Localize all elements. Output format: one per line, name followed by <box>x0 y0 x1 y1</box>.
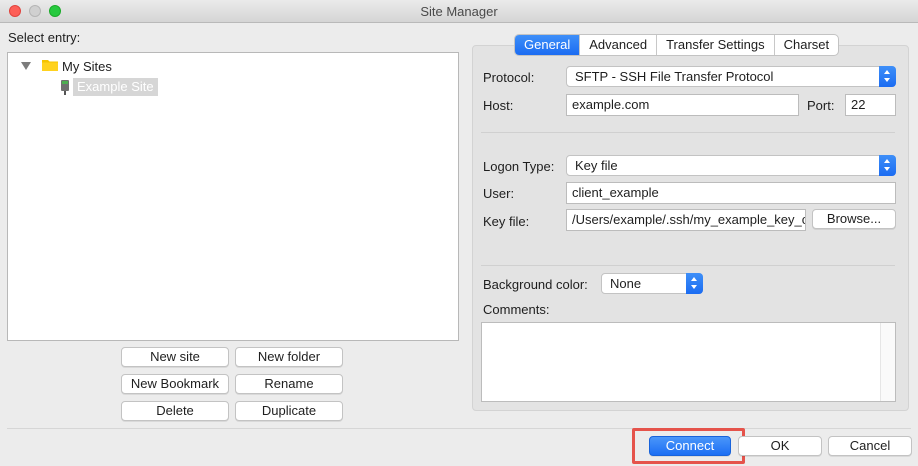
settings-tabs: General Advanced Transfer Settings Chars… <box>514 34 840 56</box>
select-arrows-icon <box>879 66 896 87</box>
background-color-value: None <box>610 276 642 291</box>
connect-button[interactable]: Connect <box>649 436 731 456</box>
ok-button[interactable]: OK <box>738 436 822 456</box>
browse-button[interactable]: Browse... <box>812 209 896 229</box>
new-bookmark-button[interactable]: New Bookmark <box>121 374 229 394</box>
key-file-input[interactable]: /Users/example/.ssh/my_example_key_c <box>566 209 806 231</box>
delete-button[interactable]: Delete <box>121 401 229 421</box>
divider <box>481 132 895 133</box>
host-input[interactable]: example.com <box>566 94 799 116</box>
select-entry-label: Select entry: <box>8 30 81 45</box>
tree-item-example-site[interactable]: Example Site <box>73 78 158 96</box>
tab-charset[interactable]: Charset <box>775 35 839 55</box>
host-label: Host: <box>483 98 514 113</box>
comments-label: Comments: <box>483 302 550 317</box>
comments-textarea[interactable] <box>481 322 896 402</box>
tab-advanced[interactable]: Advanced <box>580 35 658 55</box>
user-label: User: <box>483 186 515 201</box>
background-color-label: Background color: <box>483 277 588 292</box>
protocol-label: Protocol: <box>483 70 535 85</box>
port-label: Port: <box>807 98 835 113</box>
select-arrows-icon <box>686 273 703 294</box>
new-site-button[interactable]: New site <box>121 347 229 367</box>
background-color-select[interactable]: None <box>601 273 703 294</box>
window-title: Site Manager <box>420 4 498 19</box>
protocol-select[interactable]: SFTP - SSH File Transfer Protocol <box>566 66 896 87</box>
folder-icon <box>42 60 58 71</box>
comments-scrollbar[interactable] <box>880 323 895 401</box>
disclosure-triangle-icon[interactable] <box>21 62 31 70</box>
logon-type-label: Logon Type: <box>483 159 555 174</box>
divider <box>481 265 895 266</box>
new-folder-button[interactable]: New folder <box>235 347 343 367</box>
duplicate-button[interactable]: Duplicate <box>235 401 343 421</box>
tab-transfer-settings[interactable]: Transfer Settings <box>657 35 775 55</box>
protocol-value: SFTP - SSH File Transfer Protocol <box>575 69 774 84</box>
tree-item-my-sites[interactable]: My Sites <box>62 59 112 74</box>
key-file-label: Key file: <box>483 214 530 229</box>
title-bar: Site Manager <box>0 0 918 23</box>
logon-type-select[interactable]: Key file <box>566 155 896 176</box>
port-input[interactable]: 22 <box>845 94 896 116</box>
cancel-button[interactable]: Cancel <box>828 436 912 456</box>
select-arrows-icon <box>879 155 896 176</box>
server-icon <box>61 80 69 95</box>
rename-button[interactable]: Rename <box>235 374 343 394</box>
tab-general[interactable]: General <box>515 35 581 55</box>
logon-type-value: Key file <box>575 158 618 173</box>
user-input[interactable]: client_example <box>566 182 896 204</box>
footer-divider <box>7 428 911 429</box>
